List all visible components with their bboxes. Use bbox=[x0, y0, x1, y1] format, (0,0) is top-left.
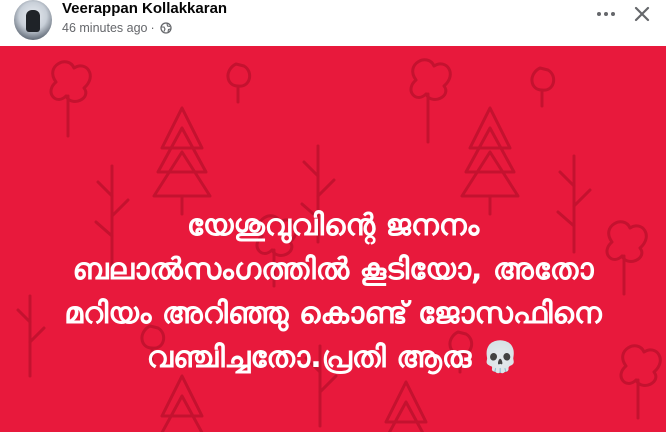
shrub-icon bbox=[530, 66, 556, 108]
post-text-line: യേശുവുവിന്റെ ജനനം bbox=[186, 208, 480, 243]
post-text-line: മറിയം അറിഞ്ഞു കൊണ്ട് ജോസഫിനെ bbox=[64, 296, 602, 331]
round-tree-icon bbox=[49, 60, 92, 138]
author-name[interactable]: Veerappan Kollakkaran bbox=[62, 0, 227, 18]
meta-separator: · bbox=[150, 21, 155, 35]
shrub-icon bbox=[226, 62, 252, 104]
round-tree-icon bbox=[409, 58, 452, 144]
post-header: Veerappan Kollakkaran 46 minutes ago · bbox=[0, 0, 666, 46]
avatar[interactable] bbox=[14, 0, 52, 40]
post-time[interactable]: 46 minutes ago bbox=[62, 20, 147, 36]
globe-icon bbox=[160, 22, 172, 34]
pine-tree-icon bbox=[384, 380, 428, 432]
pine-tree-icon bbox=[160, 374, 204, 432]
pine-tree-icon bbox=[152, 106, 212, 216]
post-card: യേശുവുവിന്റെ ജനനം ബലാൽസംഗത്തിൽ കൂടിയോ, അ… bbox=[0, 46, 666, 432]
close-button[interactable] bbox=[630, 2, 654, 26]
post-meta: 46 minutes ago · bbox=[62, 20, 172, 36]
post-text-line: ബലാൽസംഗത്തിൽ കൂടിയോ, അതോ bbox=[72, 252, 594, 287]
more-horizontal-icon bbox=[597, 12, 615, 16]
post-text-line: വഞ്ചിച്ചതോ.പ്രതി ആരു 💀 bbox=[146, 340, 520, 375]
pine-tree-icon bbox=[460, 106, 520, 216]
more-options-button[interactable] bbox=[594, 4, 618, 24]
close-icon bbox=[634, 6, 650, 22]
post-text: യേശുവുവിന്റെ ജനനം ബലാൽസംഗത്തിൽ കൂടിയോ, അ… bbox=[0, 204, 666, 380]
